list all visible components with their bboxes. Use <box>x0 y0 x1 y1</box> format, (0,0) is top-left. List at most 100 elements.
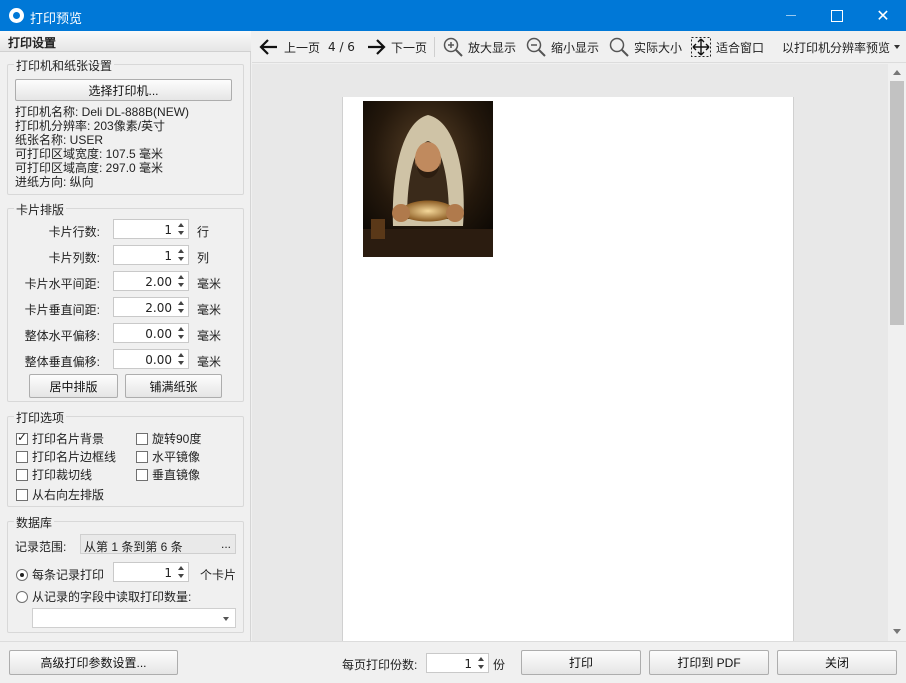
scroll-up-icon[interactable] <box>892 68 902 78</box>
select-printer-button[interactable]: 选择打印机... <box>15 79 232 101</box>
copies-spinbox[interactable]: 1 <box>426 653 489 673</box>
print-button[interactable]: 打印 <box>521 650 641 675</box>
h-spacing-unit: 毫米 <box>197 277 222 291</box>
printer-group-title: 打印机和纸张设置 <box>14 57 115 74</box>
columns-label: 卡片列数: <box>48 251 100 265</box>
preview-area[interactable] <box>252 64 888 657</box>
h-spacing-spinbox[interactable]: 2.00 <box>113 271 189 291</box>
paper-name-text: 纸张名称: USER <box>15 133 104 147</box>
record-range-label: 记录范围: <box>15 540 67 554</box>
panel-header: 打印设置 <box>0 31 251 52</box>
maximize-button[interactable] <box>814 0 860 31</box>
v-offset-spinbox[interactable]: 0.00 <box>113 349 189 369</box>
chevron-down-icon <box>894 45 901 49</box>
checkbox-icon[interactable] <box>136 468 148 481</box>
actual-size-button[interactable]: 实际大小 <box>608 31 682 63</box>
print-options-group: 打印选项 打印名片背景 打印名片边框线 打印裁切线 从右向左排版 旋转90度 水… <box>7 409 244 507</box>
printer-name-text: 打印机名称: Deli DL-888B(NEW) <box>15 105 190 119</box>
prev-page-button[interactable]: 上一页 <box>258 31 320 63</box>
from-field-radio[interactable]: 从记录的字段中读取打印数量: <box>16 588 191 605</box>
v-spacing-spinbox[interactable]: 2.00 <box>113 297 189 317</box>
resolution-preview-dropdown[interactable]: 以打印机分辨率预览 <box>782 31 901 63</box>
rotate-90-checkbox[interactable]: 旋转90度 <box>136 430 201 447</box>
chevron-down-icon[interactable] <box>223 617 229 621</box>
paper-orientation-text: 进纸方向: 纵向 <box>15 175 94 189</box>
columns-spinbox[interactable]: 1 <box>113 245 189 265</box>
mirror-horizontal-checkbox[interactable]: 水平镜像 <box>136 448 200 465</box>
spin-arrows-icon[interactable] <box>176 352 186 366</box>
rows-spinbox[interactable]: 1 <box>113 219 189 239</box>
close-window-button[interactable]: ✕ <box>860 0 906 31</box>
v-offset-label: 整体垂直偏移: <box>24 355 100 369</box>
center-layout-button[interactable]: 居中排版 <box>29 374 118 398</box>
printable-height-text: 可打印区域高度: 297.0 毫米 <box>15 161 164 175</box>
checkbox-checked-icon[interactable] <box>16 430 28 445</box>
toolbar-separator <box>434 37 435 57</box>
record-range-field[interactable]: 从第 1 条到第 6 条 ... <box>80 534 236 554</box>
spin-arrows-icon[interactable] <box>176 222 186 236</box>
more-button[interactable]: ... <box>221 537 231 551</box>
per-record-radio[interactable]: 每条记录打印 <box>16 566 104 583</box>
title-bar: 打印预览 ✕ <box>0 0 906 31</box>
h-offset-spinbox[interactable]: 0.00 <box>113 323 189 343</box>
v-spacing-label: 卡片垂直间距: <box>24 303 100 317</box>
rows-label: 卡片行数: <box>48 225 100 239</box>
card-photo <box>363 101 493 257</box>
next-page-button[interactable]: 下一页 <box>365 31 427 63</box>
printable-width-text: 可打印区域宽度: 107.5 毫米 <box>15 147 164 161</box>
print-background-checkbox[interactable]: 打印名片背景 <box>16 430 104 447</box>
radio-selected-icon[interactable] <box>16 568 28 581</box>
layout-group-title: 卡片排版 <box>14 201 67 218</box>
v-spacing-unit: 毫米 <box>197 303 222 317</box>
checkbox-icon[interactable] <box>16 468 28 481</box>
fit-window-button[interactable]: 适合窗口 <box>690 31 764 63</box>
zoom-in-icon <box>443 37 463 57</box>
bottom-bar: 高级打印参数设置... 每页打印份数: 1 份 打印 打印到 PDF 关闭 <box>0 641 906 683</box>
card-photo-image <box>363 101 493 257</box>
print-border-checkbox[interactable]: 打印名片边框线 <box>16 448 116 465</box>
right-to-left-checkbox[interactable]: 从右向左排版 <box>16 486 104 503</box>
checkbox-icon[interactable] <box>16 488 28 501</box>
zoom-out-icon <box>526 37 546 57</box>
print-settings-panel: 打印设置 打印机和纸张设置 选择打印机... 打印机名称: Deli DL-88… <box>0 31 251 641</box>
database-group-title: 数据库 <box>14 514 55 531</box>
spin-arrows-icon[interactable] <box>176 300 186 314</box>
zoom-out-button[interactable]: 缩小显示 <box>525 31 599 63</box>
spin-arrows-icon[interactable] <box>176 565 186 579</box>
h-offset-label: 整体水平偏移: <box>24 329 100 343</box>
checkbox-icon[interactable] <box>136 432 148 445</box>
fill-paper-button[interactable]: 铺满纸张 <box>125 374 222 398</box>
arrow-right-icon <box>368 39 386 55</box>
minimize-button[interactable] <box>768 0 814 31</box>
copies-unit: 份 <box>493 658 506 672</box>
options-group-title: 打印选项 <box>14 409 67 426</box>
v-offset-unit: 毫米 <box>197 355 222 369</box>
scroll-thumb[interactable] <box>890 81 904 325</box>
fit-window-icon <box>691 37 711 57</box>
print-to-pdf-button[interactable]: 打印到 PDF <box>649 650 769 675</box>
close-button[interactable]: 关闭 <box>777 650 897 675</box>
scroll-down-icon[interactable] <box>892 627 902 637</box>
zoom-in-button[interactable]: 放大显示 <box>442 31 516 63</box>
spin-arrows-icon[interactable] <box>476 656 486 670</box>
field-select-dropdown[interactable] <box>32 608 236 628</box>
spin-arrows-icon[interactable] <box>176 274 186 288</box>
page-indicator: 4 / 6 <box>328 40 355 54</box>
h-spacing-label: 卡片水平间距: <box>24 277 100 291</box>
per-record-spinbox[interactable]: 1 <box>113 562 189 582</box>
copies-label: 每页打印份数: <box>342 658 418 672</box>
printer-group: 打印机和纸张设置 选择打印机... 打印机名称: Deli DL-888B(NE… <box>7 57 244 195</box>
columns-unit: 列 <box>197 251 210 265</box>
checkbox-icon[interactable] <box>136 450 148 463</box>
spin-arrows-icon[interactable] <box>176 326 186 340</box>
printer-resolution-text: 打印机分辨率: 203像素/英寸 <box>15 119 166 133</box>
spin-arrows-icon[interactable] <box>176 248 186 262</box>
radio-icon[interactable] <box>16 590 28 603</box>
paper-page <box>342 97 794 657</box>
mirror-vertical-checkbox[interactable]: 垂直镜像 <box>136 466 200 483</box>
vertical-scrollbar[interactable] <box>888 64 906 641</box>
magnifier-icon <box>609 37 629 57</box>
advanced-settings-button[interactable]: 高级打印参数设置... <box>9 650 178 675</box>
print-cutline-checkbox[interactable]: 打印裁切线 <box>16 466 92 483</box>
checkbox-icon[interactable] <box>16 450 28 463</box>
